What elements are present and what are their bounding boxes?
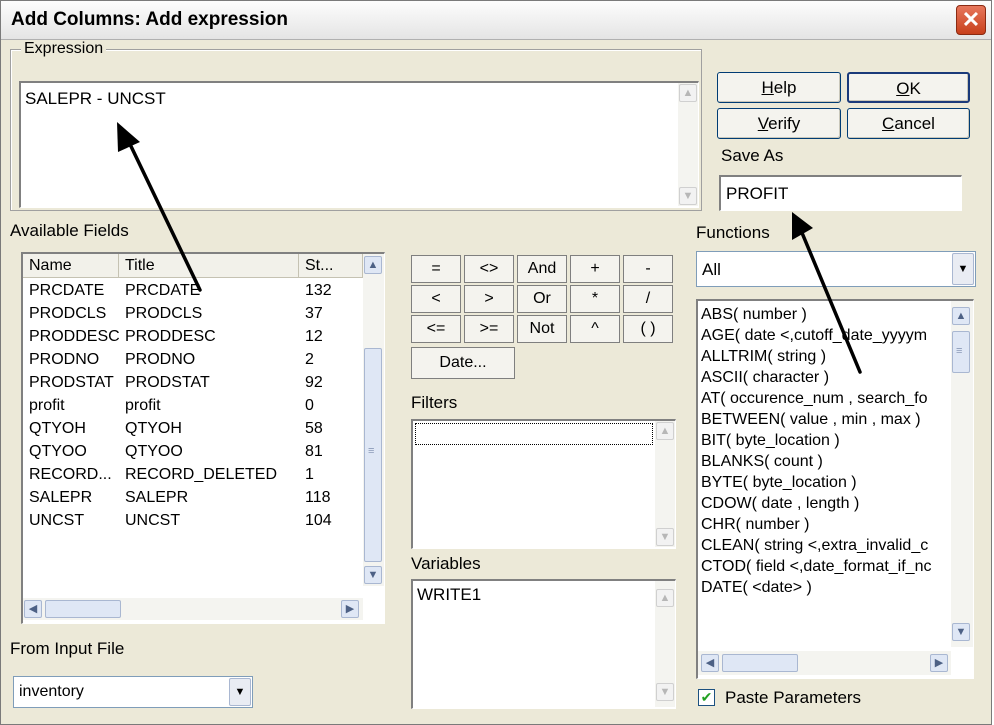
arrow-to-save-as-icon — [798, 226, 862, 374]
arrow-head-expression-icon — [117, 122, 140, 152]
annotation-arrows — [117, 122, 862, 374]
arrow-to-expression-icon — [126, 138, 202, 292]
